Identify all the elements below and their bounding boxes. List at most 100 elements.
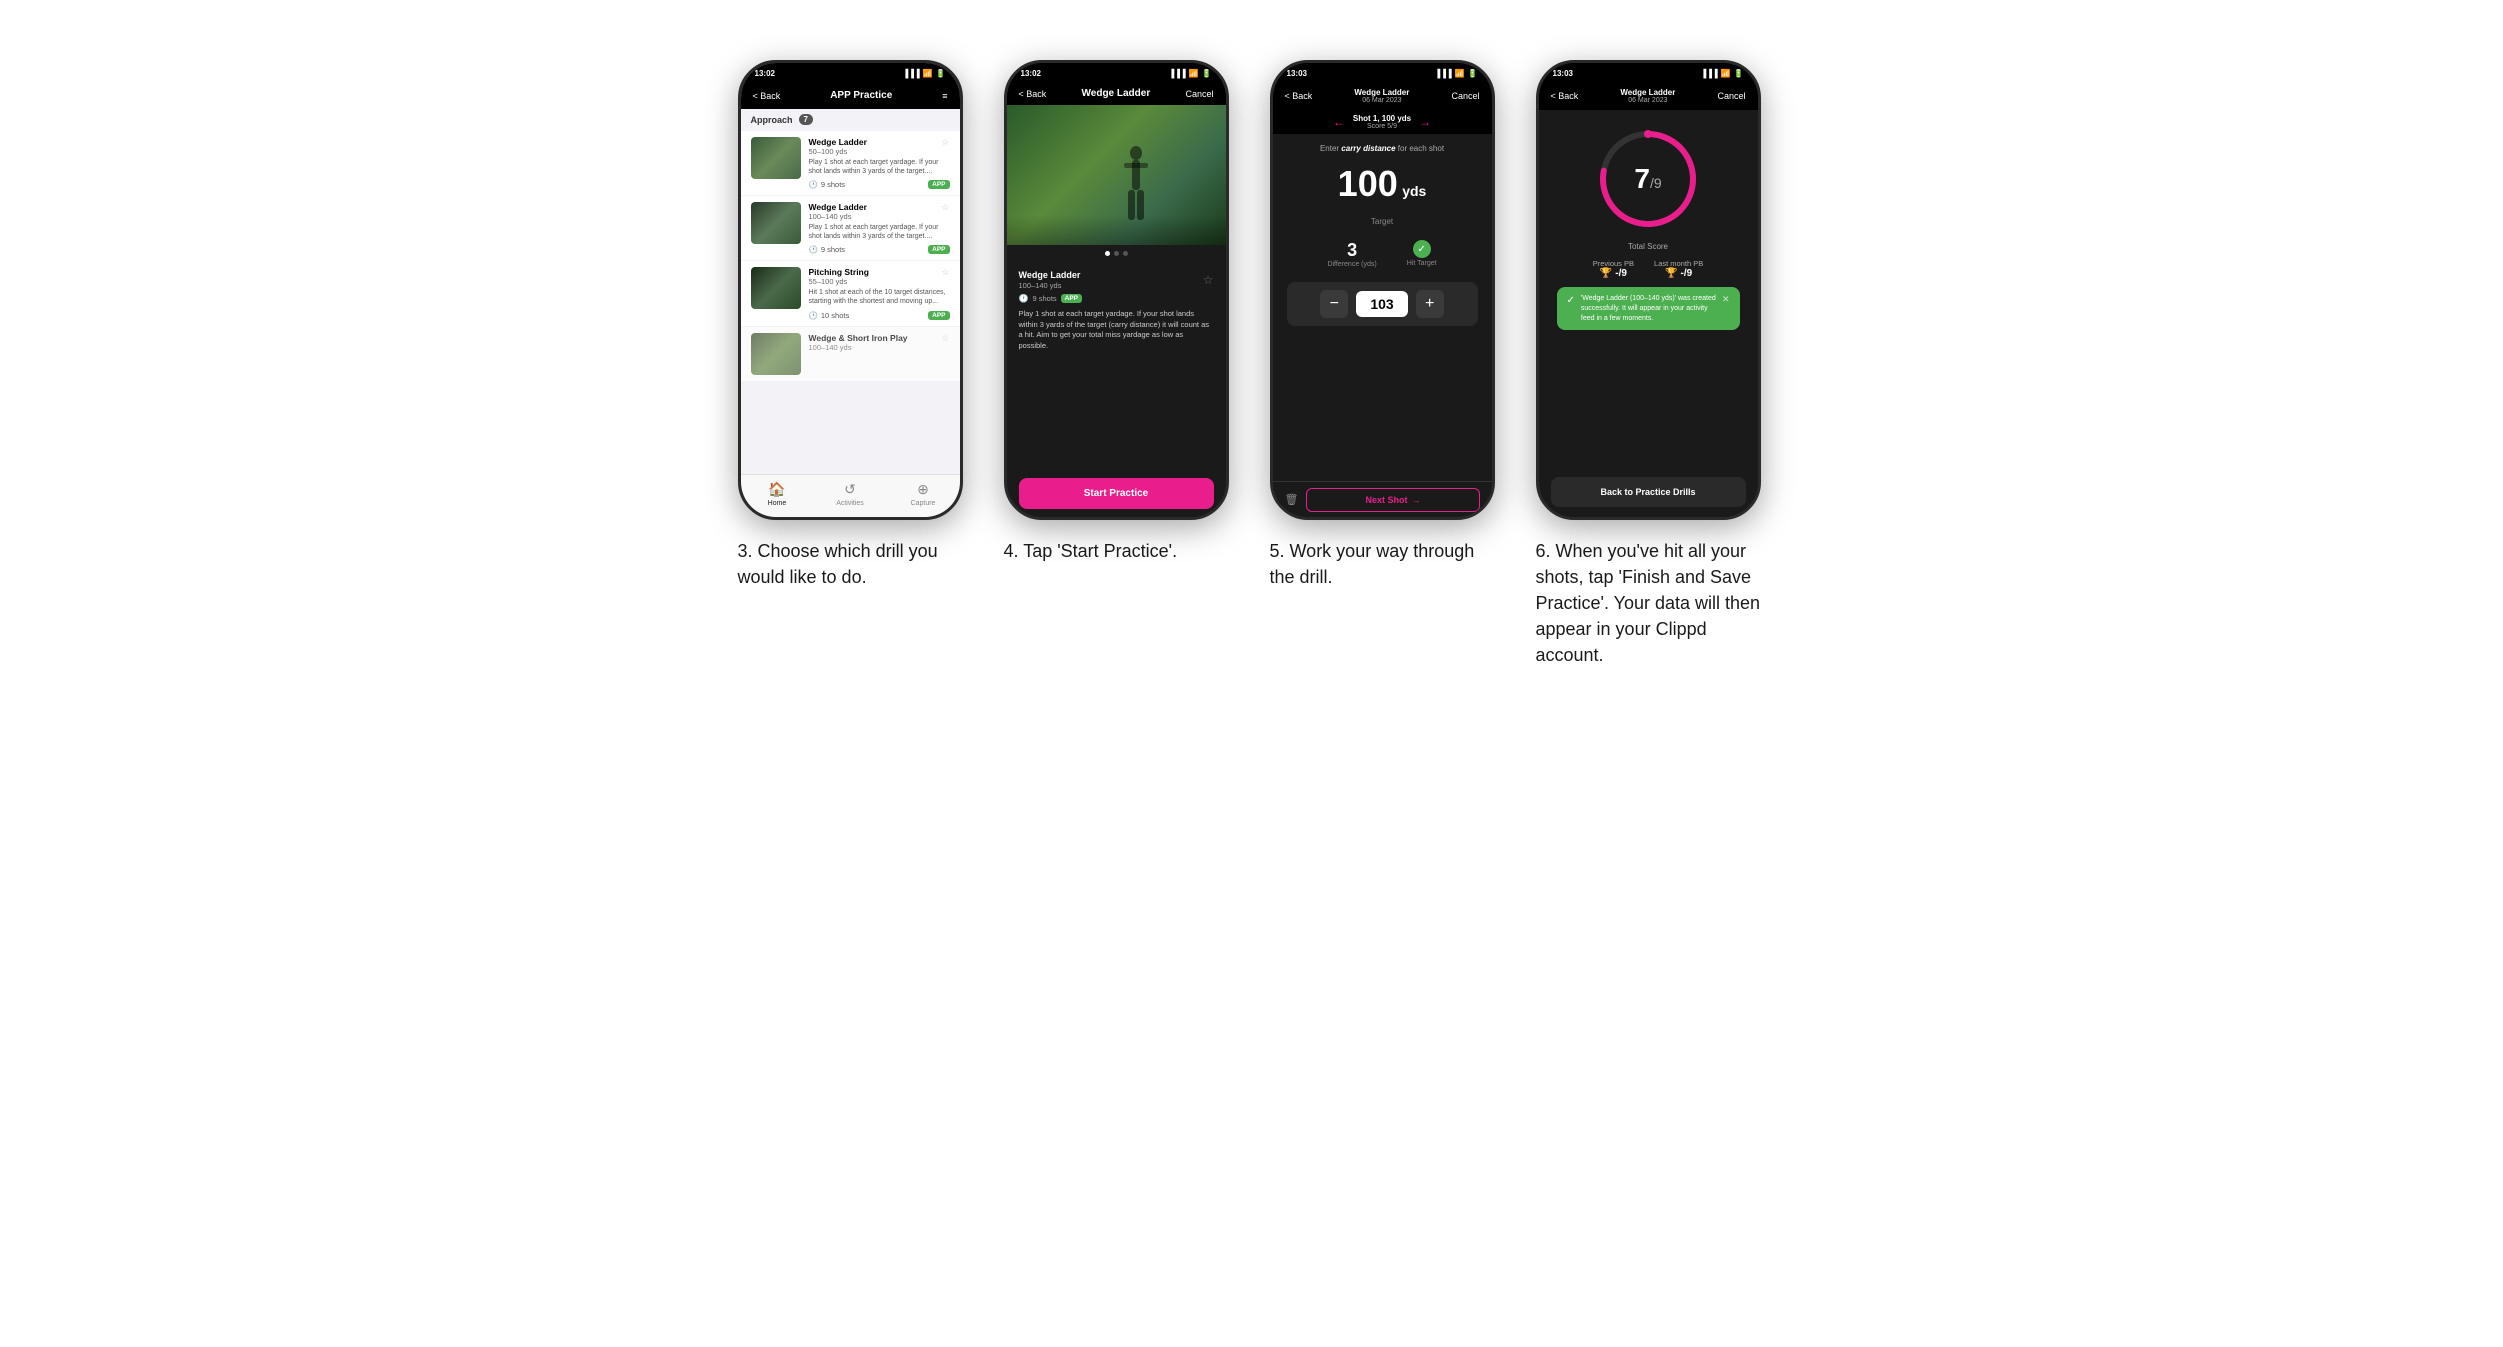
nav-cancel-2[interactable]: Cancel: [1185, 89, 1213, 99]
total-score-label: Total Score: [1628, 242, 1668, 251]
signal-icon: ▐▐▐: [1701, 69, 1718, 78]
previous-pb: Previous PB 🏆 -/9: [1593, 259, 1634, 279]
phone-col-4: 13:03 ▐▐▐ 📶 🔋 < Back Wedge Ladder 06 Mar…: [1536, 60, 1766, 668]
app-badge: APP: [928, 245, 949, 254]
status-bar-2: 13:02 ▐▐▐ 📶 🔋: [1007, 63, 1226, 82]
phone-4-screen: 13:03 ▐▐▐ 📶 🔋 < Back Wedge Ladder 06 Mar…: [1539, 63, 1758, 517]
caption-3: 5. Work your way through the drill.: [1270, 538, 1490, 590]
tab-bar: 🏠 Home ↺ Activities ⊕ Capture: [741, 474, 960, 517]
drill-thumb: [751, 333, 801, 375]
drill-desc: Play 1 shot at each target yardage. If y…: [809, 223, 950, 241]
toast-close-icon[interactable]: ✕: [1722, 294, 1730, 305]
status-time-2: 13:02: [1021, 69, 1041, 78]
tab-home[interactable]: 🏠 Home: [741, 481, 814, 507]
drill-desc: Play 1 shot at each target yardage. If y…: [809, 158, 950, 176]
drill-range: 55–100 yds: [809, 277, 950, 286]
instruction-text: Enter carry distance for each shot: [1287, 144, 1478, 153]
success-toast: ✓ 'Wedge Ladder (100–140 yds)' was creat…: [1557, 287, 1740, 330]
card-title: Wedge Ladder: [1019, 270, 1081, 280]
decrease-button[interactable]: −: [1320, 290, 1348, 318]
star-icon[interactable]: ☆: [941, 333, 949, 344]
increase-button[interactable]: +: [1416, 290, 1444, 318]
section-name: Approach: [751, 115, 793, 125]
score-fraction: 7 /9: [1634, 163, 1661, 195]
clock-icon: 🕐: [809, 180, 818, 189]
card-range: 100–140 yds: [1019, 281, 1081, 290]
status-icons-3: ▐▐▐ 📶 🔋: [1435, 69, 1478, 78]
phone-2-screen: 13:02 ▐▐▐ 📶 🔋 < Back Wedge Ladder Cancel: [1007, 63, 1226, 517]
phone-2: 13:02 ▐▐▐ 📶 🔋 < Back Wedge Ladder Cancel: [1004, 60, 1229, 520]
back-button-4[interactable]: < Back: [1551, 91, 1579, 101]
back-button-2[interactable]: < Back: [1019, 89, 1047, 99]
drill-info: Wedge Ladder 100–140 yds Play 1 shot at …: [809, 202, 950, 254]
previous-pb-label: Previous PB: [1593, 259, 1634, 268]
delete-icon[interactable]: 🗑: [1285, 493, 1299, 506]
nav-bar-1: < Back APP Practice ≡: [741, 82, 960, 109]
clock-icon: 🕐: [809, 245, 818, 254]
star-icon[interactable]: ☆: [941, 202, 949, 213]
star-icon[interactable]: ☆: [941, 267, 949, 278]
activities-icon: ↺: [844, 481, 856, 498]
drill-info: Pitching String 55–100 yds Hit 1 shot at…: [809, 267, 950, 319]
star-icon[interactable]: ☆: [941, 137, 949, 148]
target-value: 100: [1338, 163, 1398, 204]
target-label: Target: [1287, 217, 1478, 226]
start-practice-button[interactable]: Start Practice: [1019, 478, 1214, 509]
notch-2: [1086, 63, 1146, 77]
list-item[interactable]: Wedge Ladder 100–140 yds Play 1 shot at …: [741, 196, 960, 260]
drill-thumb: [751, 137, 801, 179]
nav-cancel-4[interactable]: Cancel: [1717, 91, 1745, 101]
section-label-1: Approach 7: [741, 109, 960, 130]
drill-range: 100–140 yds: [809, 212, 950, 221]
drill-footer: 🕐 9 shots APP: [809, 245, 950, 254]
shot-footer: 🗑 Next Shot →: [1273, 481, 1492, 517]
signal-icon: ▐▐▐: [903, 69, 920, 78]
next-shot-button[interactable]: Next Shot →: [1306, 488, 1479, 512]
target-display: 100 yds: [1287, 163, 1478, 205]
drill-range: 100–140 yds: [809, 343, 950, 352]
next-shot-arrow[interactable]: →: [1419, 115, 1431, 129]
capture-icon: ⊕: [917, 481, 929, 498]
previous-pb-value: 🏆 -/9: [1593, 268, 1634, 279]
shots-text: 9 shots: [1032, 294, 1056, 303]
notch-4: [1618, 63, 1678, 77]
status-bar-3: 13:03 ▐▐▐ 📶 🔋: [1273, 63, 1492, 82]
difference-stat: 3 Difference (yds): [1327, 240, 1376, 268]
tab-activities[interactable]: ↺ Activities: [814, 481, 887, 507]
shot-label: Shot 1, 100 yds: [1353, 114, 1411, 123]
battery-icon: 🔋: [1734, 69, 1744, 78]
tab-capture[interactable]: ⊕ Capture: [887, 481, 960, 507]
distance-input[interactable]: 103: [1356, 291, 1407, 317]
nav-right-1[interactable]: ≡: [942, 91, 947, 101]
section-count: 7: [799, 114, 813, 125]
drill-thumb: [751, 202, 801, 244]
caption-4: 6. When you've hit all your shots, tap '…: [1536, 538, 1766, 668]
drill-title: Wedge Ladder: [809, 137, 950, 147]
tab-home-label: Home: [768, 500, 787, 507]
back-button-1[interactable]: < Back: [753, 91, 781, 101]
nav-title-area-3: Wedge Ladder 06 Mar 2023: [1354, 88, 1409, 104]
app-badge: APP: [928, 180, 949, 189]
shots-label: 🕐 10 shots: [809, 311, 850, 320]
clock-icon: 🕐: [809, 311, 818, 320]
card-shots: 🕐 9 shots APP: [1019, 294, 1214, 303]
list-item[interactable]: Wedge & Short Iron Play 100–140 yds ☆: [741, 327, 960, 381]
prev-shot-arrow[interactable]: ←: [1333, 115, 1345, 129]
list-item[interactable]: Wedge Ladder 50–100 yds Play 1 shot at e…: [741, 131, 960, 195]
shots-label: 🕐 9 shots: [809, 245, 846, 254]
home-icon: 🏠: [768, 481, 785, 498]
phone-3: 13:03 ▐▐▐ 📶 🔋 < Back Wedge Ladder 06 Mar…: [1270, 60, 1495, 520]
dot-2: [1114, 251, 1119, 256]
card-star[interactable]: ☆: [1203, 273, 1214, 287]
notch-1: [820, 63, 880, 77]
nav-cancel-3[interactable]: Cancel: [1451, 91, 1479, 101]
drill-card: Wedge Ladder 100–140 yds ☆ 🕐 9 shots APP…: [1007, 262, 1226, 470]
drill-desc: Hit 1 shot at each of the 10 target dist…: [809, 288, 950, 306]
back-button-3[interactable]: < Back: [1285, 91, 1313, 101]
list-item[interactable]: Pitching String 55–100 yds Hit 1 shot at…: [741, 261, 960, 325]
back-to-drills-button[interactable]: Back to Practice Drills: [1551, 477, 1746, 507]
status-icons-1: ▐▐▐ 📶 🔋: [903, 69, 946, 78]
phone-4: 13:03 ▐▐▐ 📶 🔋 < Back Wedge Ladder 06 Mar…: [1536, 60, 1761, 520]
trophy-icon: 🏆: [1665, 268, 1677, 279]
tab-capture-label: Capture: [911, 500, 936, 507]
